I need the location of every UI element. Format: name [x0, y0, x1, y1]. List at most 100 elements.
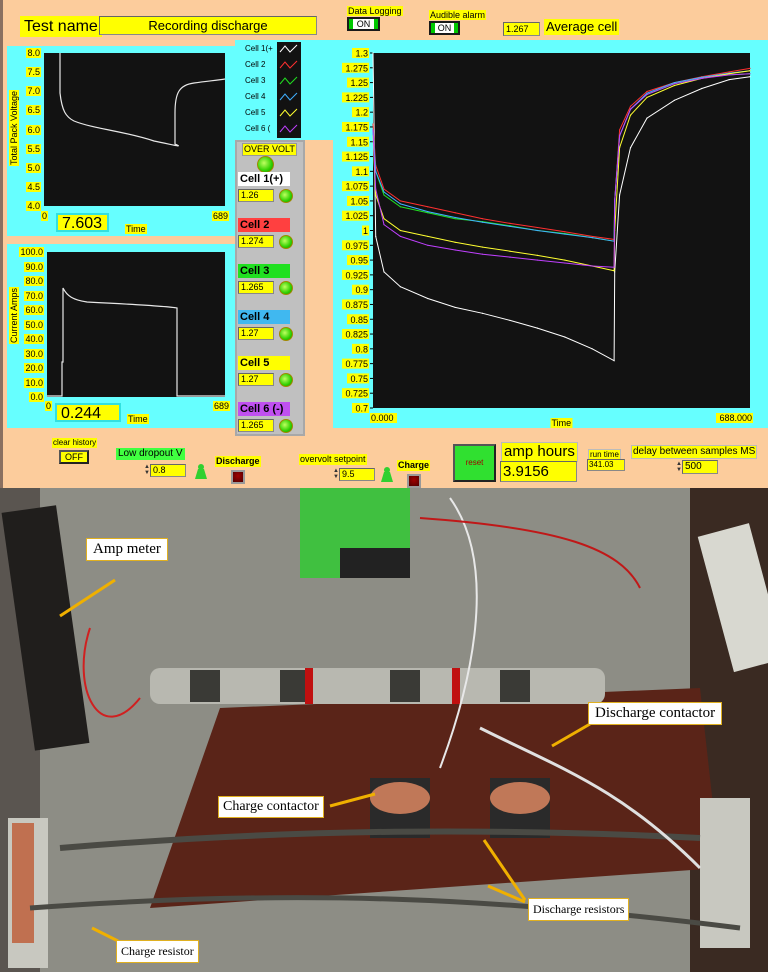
y-tick-label: 0.875 [345, 300, 368, 310]
data-point [701, 87, 703, 90]
y-tick: 1.275 [342, 62, 373, 73]
y-tick: 0.9 [352, 284, 373, 295]
y-tick: 1.2 [352, 107, 373, 118]
y-tick: 1.225 [342, 92, 373, 103]
data-point [591, 237, 593, 239]
cell-voltage-value: 1.27 [238, 373, 274, 386]
hardware-photo: Amp meter Discharge contactor Charge con… [0, 488, 768, 972]
y-tick-label: 1.15 [350, 137, 368, 147]
data-point [399, 200, 401, 202]
y-tick: 0.825 [342, 329, 373, 340]
data-point [427, 235, 429, 238]
low-dropout-stepper[interactable]: ▲ ▼ [144, 464, 150, 476]
current-readout: 0.244 [55, 403, 121, 422]
y-tick: 0.875 [342, 299, 373, 310]
pack-voltage-chart-ytick: 7.5 [26, 67, 41, 78]
average-cell-label: Average cell [544, 19, 620, 35]
data-point [673, 81, 675, 84]
data-point [427, 212, 429, 214]
y-tick-label: 0.85 [350, 315, 368, 325]
current-chart-ytick: 50.0 [24, 319, 44, 330]
overvolt-stepper[interactable]: ▲ ▼ [333, 468, 339, 480]
pack-voltage-chart-ytick: 6.0 [26, 124, 41, 135]
data-point [629, 147, 632, 149]
delay-input[interactable]: 500 [682, 460, 718, 474]
reset-button[interactable]: reset [453, 444, 496, 482]
over-volt-label: OVER VOLT [242, 143, 297, 156]
data-point [509, 319, 511, 322]
y-tick-label: 0.95 [350, 256, 368, 266]
y-tick: 1.25 [347, 77, 373, 88]
test-name-field[interactable]: Recording discharge [99, 16, 317, 35]
over-volt-led [257, 156, 274, 173]
y-tick-label: 0.725 [345, 389, 368, 399]
data-point [673, 99, 675, 101]
x-axis-label: Time [552, 418, 572, 428]
y-tick: 1.05 [347, 195, 373, 206]
data-point [564, 231, 566, 233]
y-tick: 0.725 [342, 388, 373, 399]
current-chart-ytick: 20.0 [24, 363, 44, 373]
overvolt-input[interactable]: 9.5 [339, 468, 375, 481]
data-point [372, 129, 374, 131]
data-point [728, 79, 730, 81]
cell-voltage-value: 1.265 [238, 281, 274, 294]
data-point [399, 235, 401, 238]
low-dropout-input[interactable]: 0.8 [150, 464, 186, 477]
toggle-indicator [374, 19, 378, 29]
callout-charge-contactor: Charge contactor [218, 796, 324, 818]
average-cell-value: 1.267 [503, 22, 540, 36]
cell-name-label: Cell 5 [238, 356, 290, 370]
legend-label: Cell 2 [245, 60, 266, 69]
data-point [481, 218, 484, 220]
pack-voltage-chart-ytick: 5.5 [26, 143, 41, 154]
delay-stepper[interactable]: ▲ ▼ [676, 461, 682, 473]
audible-alarm-toggle[interactable]: ON [429, 21, 460, 35]
plot-legend: Cell 1(+ Cell 2 Cell 3 Cell 4 Cell 5 Cell 6 ( [235, 40, 333, 140]
pack-voltage-trace [59, 53, 226, 147]
data-point [383, 218, 385, 220]
pack-voltage-chart-ytick: 8.0 [26, 48, 41, 58]
data-point [454, 241, 456, 243]
legend-swatch [279, 44, 298, 53]
legend-label: Cell 5 [245, 108, 266, 117]
data-point [536, 229, 538, 232]
data-point [399, 206, 401, 208]
data-point [536, 226, 538, 229]
current-plot [47, 252, 225, 397]
audible-alarm-state: ON [437, 23, 452, 33]
data-point [646, 92, 648, 94]
data-point [536, 254, 538, 256]
data-point [383, 194, 385, 196]
y-tick-label: 1 [363, 226, 368, 236]
y-tick-label: 1.3 [355, 49, 368, 59]
current-chart-ytick: 30.0 [24, 348, 44, 359]
y-tick: 0.75 [347, 373, 373, 384]
low-dropout-slider-icon[interactable] [193, 463, 209, 479]
data-point [427, 210, 429, 213]
cell-status-led [279, 327, 293, 341]
cell-status-led [279, 281, 293, 295]
y-tick-label: 1.075 [345, 182, 368, 192]
y-tick: 1.1 [352, 166, 373, 177]
pack-voltage-chart-ytick: 4.5 [26, 181, 41, 192]
legend-label: Cell 1(+ [245, 44, 273, 53]
toggle-indicator [349, 19, 353, 29]
data-point [481, 221, 484, 223]
overvolt-slider-icon[interactable] [379, 466, 395, 482]
data-point [701, 76, 703, 78]
legend-swatch [279, 92, 298, 101]
data-point [454, 249, 456, 251]
legend-label: Cell 6 ( [245, 124, 271, 133]
pack-voltage-chart-ytick: 4.0 [26, 201, 41, 211]
data-point [375, 188, 377, 190]
pack-voltage-chart-ytick: 5.0 [26, 162, 41, 173]
y-tick: 0.925 [342, 269, 373, 280]
data-logging-toggle[interactable]: ON [347, 17, 380, 31]
clear-history-toggle[interactable]: OFF [59, 450, 89, 464]
pack-voltage-xtick-max: 689 [212, 211, 230, 221]
y-tick: 1.3 [352, 48, 373, 59]
callout-discharge-resistors: Discharge resistors [528, 898, 630, 921]
current-chart-ytick: 40.0 [24, 334, 44, 344]
cell-status-led [279, 189, 293, 203]
